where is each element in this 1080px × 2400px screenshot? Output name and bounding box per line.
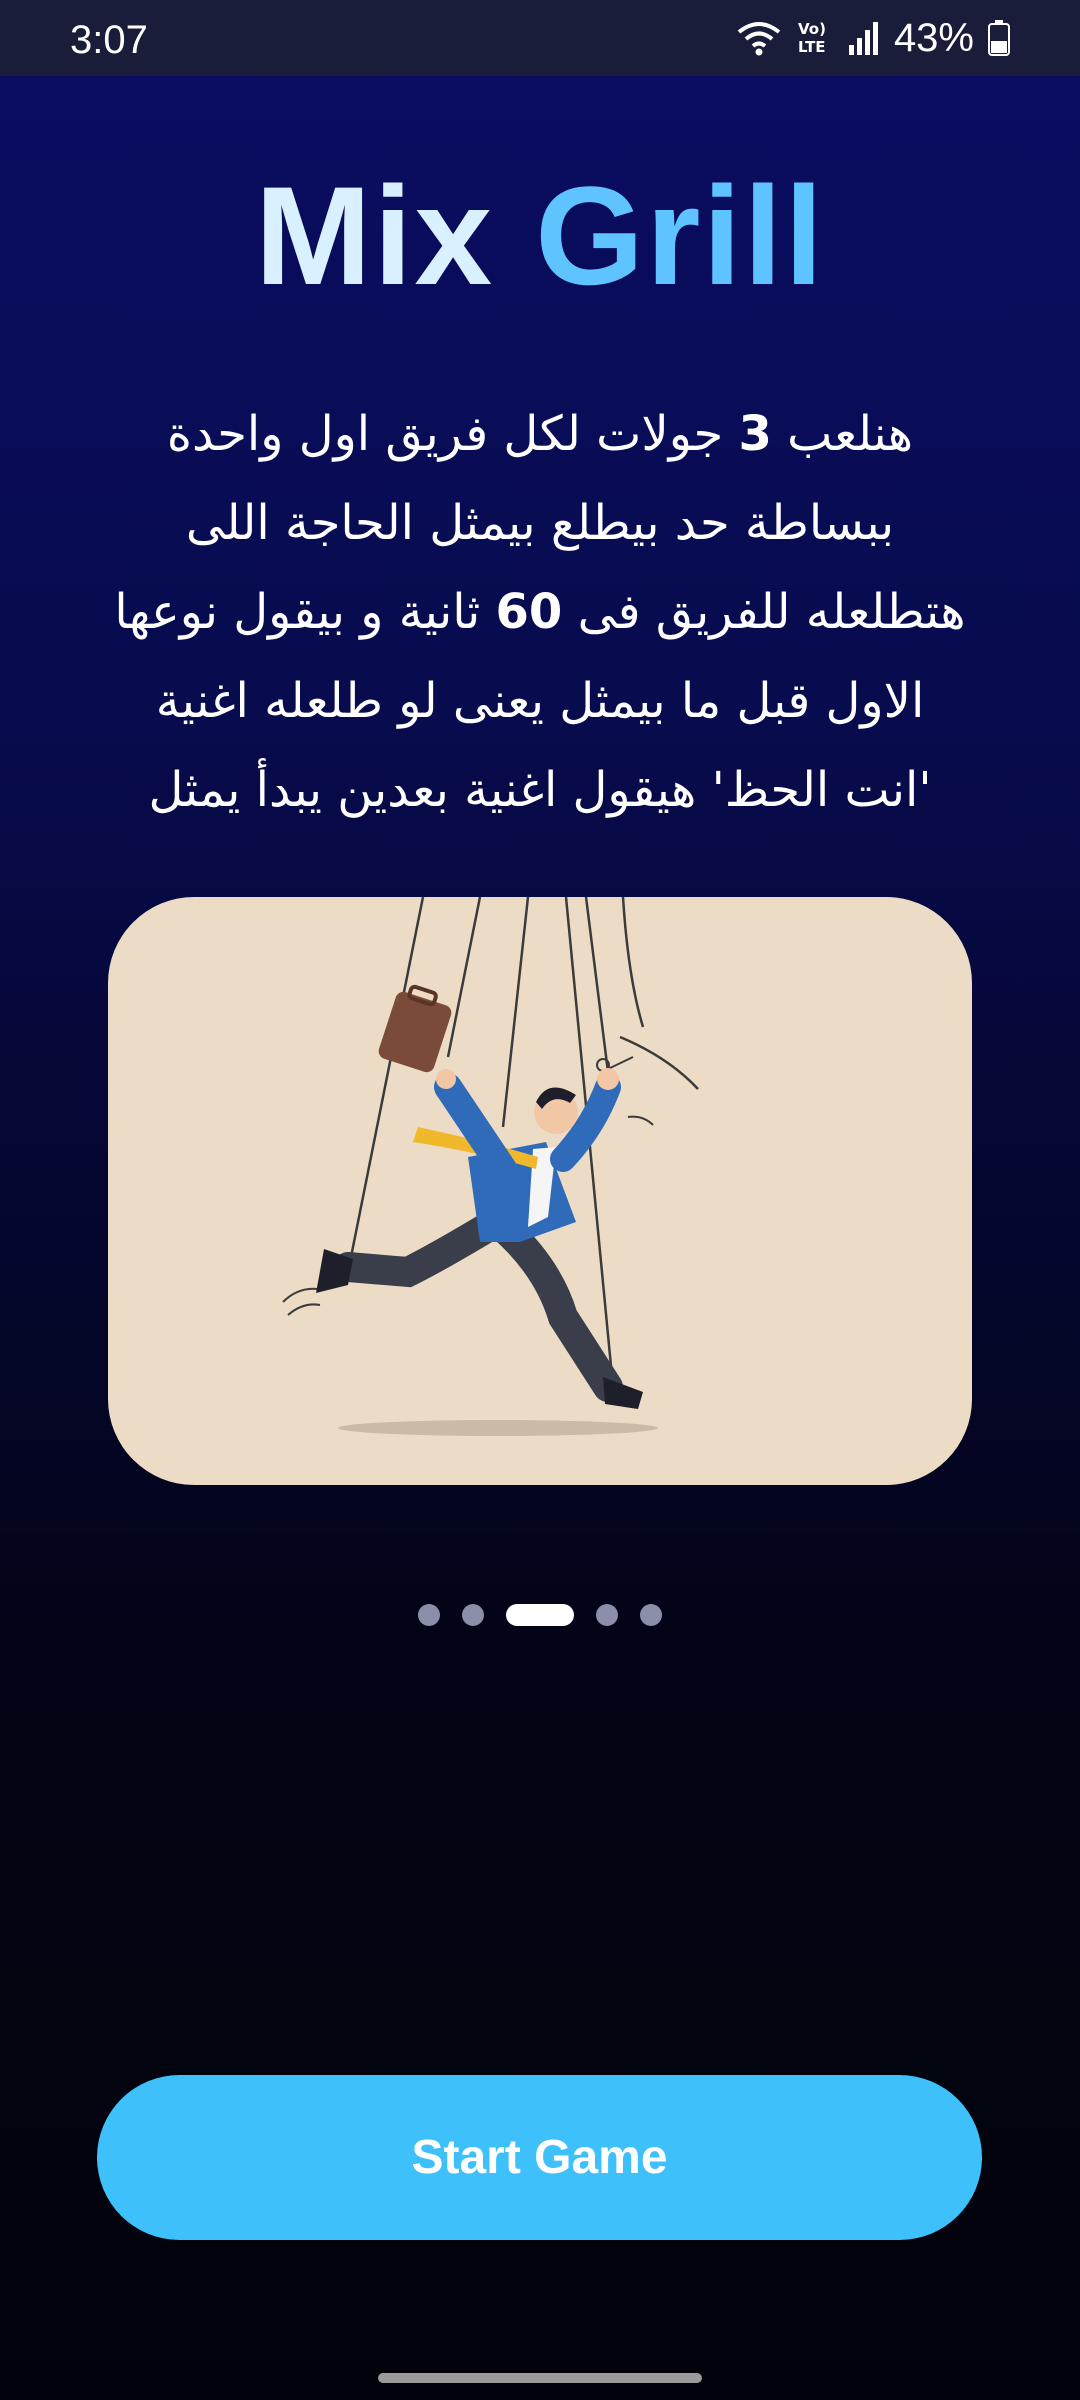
- status-icons: Vo) LTE 43%: [736, 14, 1010, 62]
- page-dot-5[interactable]: [640, 1604, 662, 1626]
- svg-text:LTE: LTE: [798, 38, 826, 56]
- status-time: 3:07: [70, 18, 148, 62]
- volte-icon: Vo) LTE: [798, 20, 826, 56]
- battery-percent: 43%: [893, 15, 974, 60]
- description-line-2: ببساطة حد بيطلع بيمثل الحاجة اللى: [185, 495, 895, 551]
- app-title: Mix Grill: [0, 155, 1080, 317]
- page-dot-3[interactable]: [506, 1604, 574, 1626]
- wifi-icon: [737, 22, 781, 56]
- description-line-3: هتطلعله للفريق فى 60 ثانية و بيقول نوعها: [114, 584, 966, 640]
- puppet-businessman-illustration: [108, 897, 972, 1485]
- description-line-4: الاول قبل ما بيمثل يعنى لو طلعله اغنية: [155, 673, 925, 729]
- signal-icon: [848, 22, 878, 55]
- home-indicator[interactable]: [378, 2373, 702, 2383]
- page-dot-2[interactable]: [462, 1604, 484, 1626]
- description-line-5: 'انت الحظ' هيقول اغنية بعدين يبدأ يمثل: [148, 762, 932, 818]
- title-word-grill: Grill: [535, 157, 826, 314]
- page-dot-1[interactable]: [418, 1604, 440, 1626]
- description-line-1: هنلعب 3 جولات لكل فريق اول واحدة: [166, 406, 914, 462]
- battery-icon: [988, 20, 1010, 56]
- status-bar: 3:07 Vo) LTE 43%: [0, 0, 1080, 76]
- svg-text:Vo): Vo): [798, 20, 826, 38]
- start-game-button[interactable]: Start Game: [97, 2075, 982, 2240]
- page-dot-4[interactable]: [596, 1604, 618, 1626]
- page-indicator: [0, 1603, 1080, 1627]
- title-word-mix: Mix: [254, 157, 495, 314]
- game-description: هنلعب 3 جولات لكل فريق اول واحدة ببساطة …: [80, 390, 1000, 835]
